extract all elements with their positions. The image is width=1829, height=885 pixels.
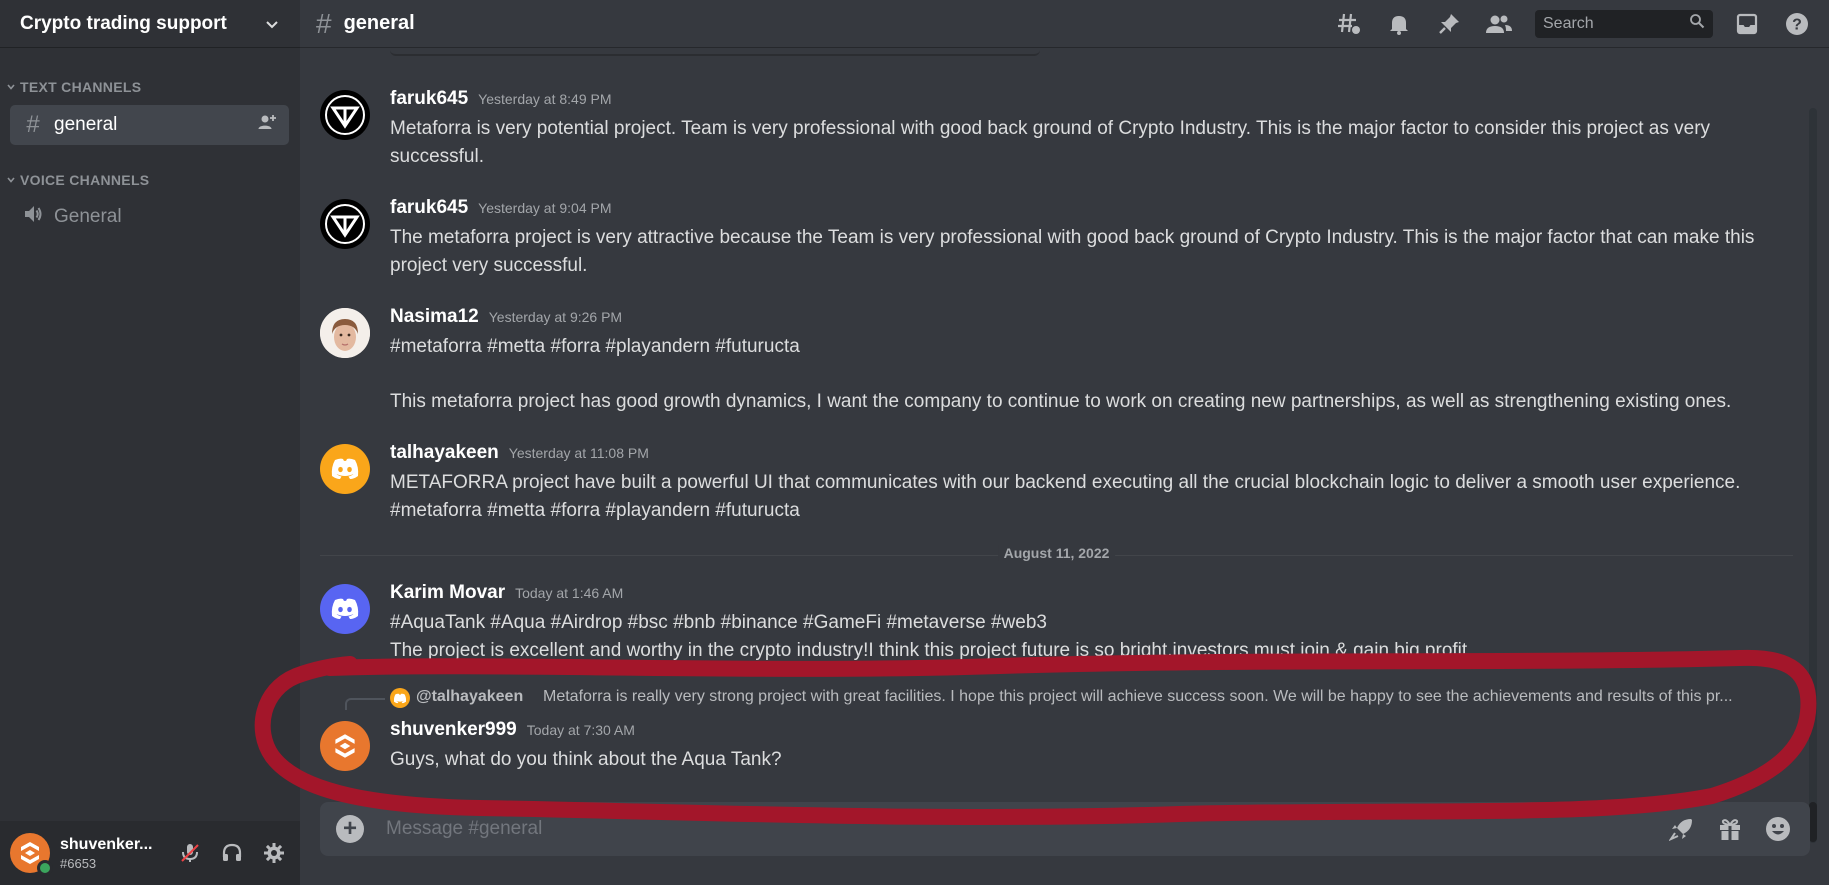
message-content: #AquaTank #Aqua #Airdrop #bsc #bnb #bina…: [390, 609, 1790, 665]
avatar[interactable]: [320, 444, 370, 494]
channel-item-voice-general[interactable]: General: [10, 197, 289, 237]
category-label: TEXT CHANNELS: [20, 79, 142, 95]
message-author[interactable]: faruk645: [390, 197, 468, 219]
channel-title: general: [343, 12, 415, 34]
message-line: The metaforra project is very attractive…: [390, 227, 1755, 248]
avatar[interactable]: [320, 308, 370, 358]
message: faruk645 Yesterday at 9:04 PM The metafo…: [320, 197, 1800, 287]
message-author[interactable]: Nasima12: [390, 306, 479, 328]
message-timestamp: Yesterday at 9:26 PM: [488, 309, 623, 325]
message-timestamp: Yesterday at 9:04 PM: [478, 200, 612, 216]
hash-icon: #: [26, 111, 40, 138]
chevron-down-icon[interactable]: [264, 16, 280, 32]
headphones-icon[interactable]: [216, 837, 248, 869]
message-content: Metaforra is very potential project. Tea…: [390, 115, 1790, 171]
search-input[interactable]: [1543, 14, 1689, 33]
channel-sidebar: Crypto trading support TEXT CHANNELS # g…: [0, 0, 300, 885]
message-line: The project is excellent and worthy in t…: [390, 640, 1473, 661]
avatar[interactable]: [10, 833, 53, 876]
date-divider-label: August 11, 2022: [997, 545, 1116, 561]
message-timestamp: Today at 1:46 AM: [515, 585, 624, 601]
server-header[interactable]: Crypto trading support: [0, 0, 300, 48]
avatar[interactable]: [320, 199, 370, 249]
message: talhayakeen Yesterday at 11:08 PM METAFO…: [320, 442, 1800, 532]
user-info[interactable]: shuvenker... #6653: [60, 836, 164, 871]
channel-name: General: [54, 206, 122, 227]
reply-text[interactable]: Metaforra is really very strong project …: [543, 688, 1779, 706]
help-icon[interactable]: ?: [1781, 8, 1813, 40]
message: Nasima12 Yesterday at 9:26 PM #metaforra…: [320, 306, 1800, 416]
message-author[interactable]: shuvenker999: [390, 719, 517, 741]
category-label: VOICE CHANNELS: [20, 172, 150, 188]
gift-icon[interactable]: [1714, 813, 1746, 845]
add-attachment-icon[interactable]: +: [336, 815, 364, 843]
speaker-icon: [22, 203, 44, 232]
category-text-channels[interactable]: TEXT CHANNELS: [6, 79, 141, 95]
message-timestamp: Today at 7:30 AM: [526, 722, 635, 738]
boost-rocket-icon[interactable]: [1666, 813, 1698, 845]
message-content: Guys, what do you think about the Aqua T…: [390, 746, 1790, 774]
discord-app: Crypto trading support TEXT CHANNELS # g…: [0, 0, 1829, 885]
reply-username[interactable]: @talhayakeen: [416, 688, 523, 706]
search-icon: [1689, 13, 1705, 34]
message-line: Metaforra is very potential project. Tea…: [390, 118, 1711, 139]
online-status-indicator: [37, 860, 53, 876]
message-author[interactable]: talhayakeen: [390, 442, 499, 464]
avatar[interactable]: [320, 721, 370, 771]
message: faruk645 Yesterday at 8:49 PM Metaforra …: [320, 88, 1800, 178]
message-line: METAFORRA project have built a powerful …: [390, 472, 1741, 493]
previous-content-edge: [390, 48, 1040, 56]
message-author[interactable]: faruk645: [390, 88, 468, 110]
message-list: faruk645 Yesterday at 8:49 PM Metaforra …: [300, 48, 1819, 843]
message-line: #AquaTank #Aqua #Airdrop #bsc #bnb #bina…: [390, 612, 1047, 633]
message-line: #metaforra #metta #forra #playandern #fu…: [390, 336, 800, 357]
message: Karim Movar Today at 1:46 AM #AquaTank #…: [320, 582, 1800, 672]
threads-icon[interactable]: [1333, 8, 1365, 40]
message-line: project very successful.: [390, 255, 588, 276]
channel-header: # general ?: [300, 0, 1829, 48]
settings-gear-icon[interactable]: [258, 837, 290, 869]
reply-avatar: [390, 688, 410, 708]
channel-item-general[interactable]: # general: [10, 105, 289, 145]
emoji-icon[interactable]: [1762, 813, 1794, 845]
user-tag: #6653: [60, 855, 97, 871]
chevron-down-icon: [7, 84, 15, 90]
message-line: #metaforra #metta #forra #playandern #fu…: [390, 500, 800, 521]
channel-name: general: [54, 114, 118, 135]
username: shuvenker...: [60, 835, 153, 853]
message-input[interactable]: [386, 818, 1650, 840]
message-timestamp: Yesterday at 8:49 PM: [478, 91, 612, 107]
avatar[interactable]: [320, 90, 370, 140]
notification-bell-icon[interactable]: [1383, 8, 1415, 40]
message-composer: +: [320, 802, 1810, 856]
user-panel: shuvenker... #6653: [0, 821, 300, 885]
message-line: Guys, what do you think about the Aqua T…: [390, 749, 782, 770]
reply-connector: [345, 698, 385, 710]
svg-text:?: ?: [1792, 16, 1802, 33]
category-voice-channels[interactable]: VOICE CHANNELS: [6, 172, 149, 188]
reply-reference[interactable]: @talhayakeen Metaforra is really very st…: [320, 686, 1800, 710]
scrollbar-track[interactable]: [1809, 108, 1817, 843]
server-name: Crypto trading support: [20, 12, 227, 34]
inbox-icon[interactable]: [1731, 8, 1763, 40]
pin-icon[interactable]: [1433, 8, 1465, 40]
invite-member-icon[interactable]: [257, 112, 277, 138]
message-timestamp: Yesterday at 11:08 PM: [508, 445, 649, 461]
message-content: METAFORRA project have built a powerful …: [390, 469, 1790, 525]
message-content: #metaforra #metta #forra #playandern #fu…: [390, 333, 1790, 416]
scrollbar-thumb[interactable]: [1809, 802, 1817, 842]
date-divider: August 11, 2022: [320, 545, 1793, 561]
message: shuvenker999 Today at 7:30 AM Guys, what…: [320, 719, 1800, 779]
message-line: This metaforra project has good growth d…: [390, 391, 1732, 412]
message-content: The metaforra project is very attractive…: [390, 224, 1790, 280]
chevron-down-icon: [7, 177, 15, 183]
member-list-icon[interactable]: [1483, 8, 1515, 40]
hash-icon: #: [316, 7, 332, 39]
mute-microphone-icon[interactable]: [174, 837, 206, 869]
message-author[interactable]: Karim Movar: [390, 582, 505, 604]
search-box[interactable]: [1535, 9, 1713, 38]
message-line: successful.: [390, 146, 484, 167]
avatar[interactable]: [320, 584, 370, 634]
